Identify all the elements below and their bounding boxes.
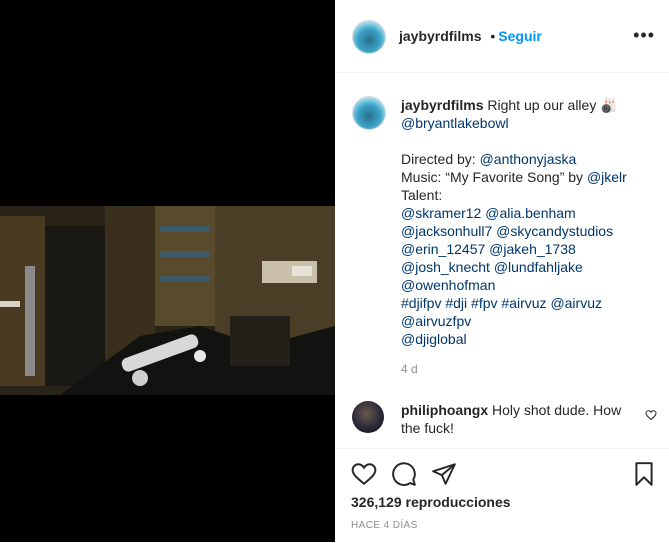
video-frame[interactable] bbox=[0, 206, 335, 395]
post-header: jaybyrdfilms • Seguir ••• bbox=[335, 0, 669, 73]
hashtag[interactable]: #airvuz bbox=[501, 295, 546, 311]
video-player[interactable] bbox=[0, 0, 335, 542]
caption-timestamp[interactable]: 4 d bbox=[401, 362, 418, 376]
mention-talent[interactable]: @skramer12 bbox=[401, 205, 481, 221]
mention-bryantlakebowl[interactable]: @bryantlakebowl bbox=[401, 115, 509, 131]
like-comment-heart-icon[interactable] bbox=[645, 409, 657, 421]
follow-button[interactable]: Seguir bbox=[498, 28, 542, 44]
post-date[interactable]: HACE 4 DÍAS bbox=[351, 520, 418, 531]
author-username[interactable]: jaybyrdfilms bbox=[399, 28, 481, 44]
mention-talent[interactable]: @josh_knecht bbox=[401, 259, 490, 275]
separator-dot: • bbox=[490, 28, 496, 44]
video-still bbox=[0, 206, 335, 395]
comment: philiphoangx Holy shot dude. How the fuc… bbox=[401, 401, 631, 437]
caption-line-1: jaybyrdfilms Right up our alley 🎳 bbox=[401, 96, 651, 114]
hashtag[interactable]: #fpv bbox=[471, 295, 497, 311]
comment-bubble-icon[interactable] bbox=[391, 461, 417, 487]
action-bar: 326,129 reproducciones HACE 4 DÍAS bbox=[335, 448, 669, 543]
mention-djiglobal[interactable]: @djiglobal bbox=[401, 331, 467, 347]
author-avatar[interactable] bbox=[352, 20, 386, 54]
header-author-line: jaybyrdfilms • Seguir bbox=[399, 28, 542, 44]
talent-label: Talent: bbox=[401, 187, 443, 203]
mention-talent[interactable]: @lundfahljake bbox=[494, 259, 583, 275]
mention-director[interactable]: @anthonyjaska bbox=[480, 151, 577, 167]
caption-author[interactable]: jaybyrdfilms bbox=[401, 97, 483, 113]
mention-talent[interactable]: @jakeh_1738 bbox=[489, 241, 576, 257]
hashtag[interactable]: #djifpv bbox=[401, 295, 441, 311]
more-options-icon[interactable]: ••• bbox=[633, 26, 655, 44]
mention-talent[interactable]: @erin_12457 bbox=[401, 241, 485, 257]
music-label: Music: “My Favorite Song” by bbox=[401, 169, 587, 185]
commenter-username[interactable]: philiphoangx bbox=[401, 402, 488, 418]
mention-talent[interactable]: @jacksonhull7 bbox=[401, 223, 492, 239]
mention-music-artist[interactable]: @jkelr bbox=[587, 169, 627, 185]
mention-talent[interactable]: @skycandystudios bbox=[496, 223, 613, 239]
commenter-avatar[interactable] bbox=[352, 401, 384, 433]
post-caption: jaybyrdfilms Right up our alley 🎳 @bryan… bbox=[401, 96, 651, 348]
directed-by-label: Directed by: bbox=[401, 151, 480, 167]
hashtag[interactable]: #dji bbox=[445, 295, 467, 311]
save-bookmark-icon[interactable] bbox=[631, 461, 657, 487]
like-heart-icon[interactable] bbox=[351, 461, 377, 487]
mention-talent[interactable]: @owenhofman bbox=[401, 277, 495, 293]
share-paper-plane-icon[interactable] bbox=[431, 461, 457, 487]
caption-avatar[interactable] bbox=[352, 96, 386, 130]
post-panel: jaybyrdfilms • Seguir ••• jaybyrdfilms Ri… bbox=[335, 0, 669, 542]
view-count[interactable]: 326,129 reproducciones bbox=[351, 494, 511, 510]
mention-airvuzfpv[interactable]: @airvuzfpv bbox=[401, 313, 471, 329]
mention-talent[interactable]: @alia.benham bbox=[485, 205, 576, 221]
mention-airvuz[interactable]: @airvuz bbox=[550, 295, 602, 311]
caption-text: Right up our alley 🎳 bbox=[483, 97, 618, 113]
